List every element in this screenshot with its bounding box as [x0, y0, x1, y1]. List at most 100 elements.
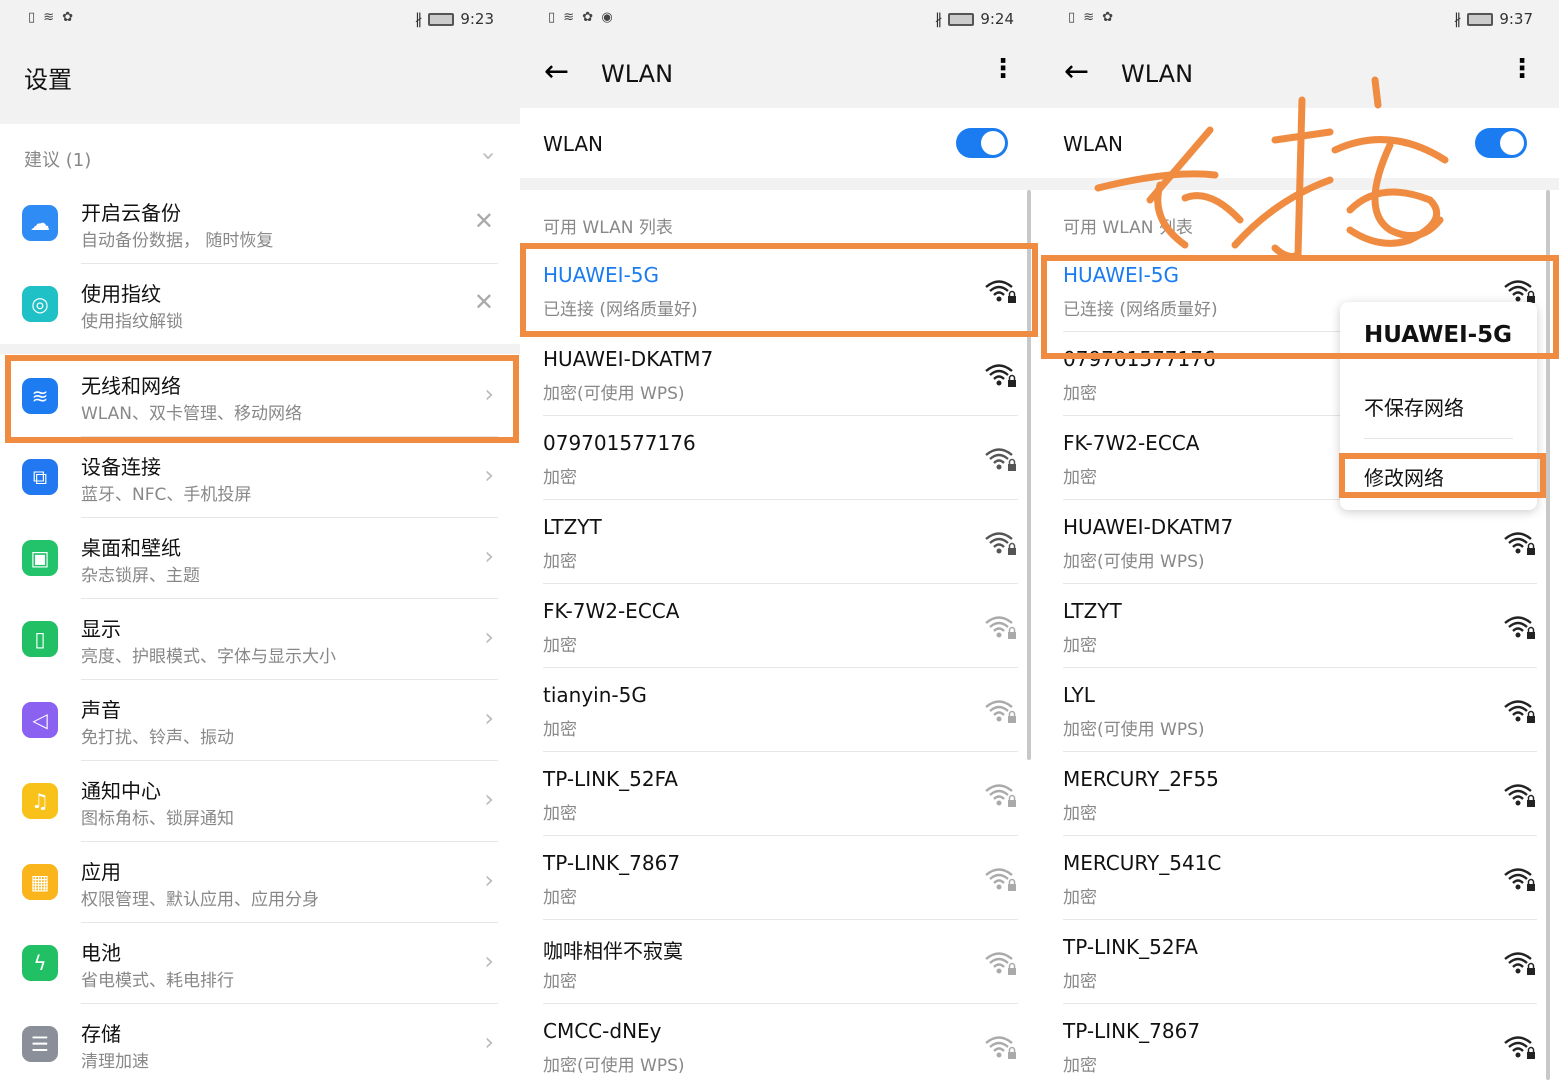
chevron-right-icon: ›: [484, 704, 494, 732]
item-title: 使用指纹: [81, 278, 161, 307]
wifi-lock-icon: [1503, 614, 1537, 640]
wlan-toggle[interactable]: [1475, 128, 1527, 158]
chevron-right-icon: ›: [484, 461, 494, 489]
network-item[interactable]: LYL 加密(可使用 WPS): [1040, 668, 1559, 752]
network-name: 咖啡相伴不寂寞: [543, 935, 683, 964]
wlan-toggle-label: WLAN: [543, 132, 603, 156]
network-item[interactable]: tianyin-5G 加密: [520, 668, 1040, 752]
suggestion-item[interactable]: ◎ 使用指纹 使用指纹解锁 ✕: [0, 264, 520, 345]
clock: 9:37: [1499, 10, 1533, 28]
item-subtitle: 省电模式、耗电排行: [81, 966, 234, 991]
bluetooth-icon: ∦: [1454, 10, 1462, 28]
network-item[interactable]: HUAWEI-DKATM7 加密(可使用 WPS): [1040, 500, 1559, 584]
settings-item[interactable]: ☰ 存储 清理加速 ›: [0, 1004, 520, 1081]
wifi-lock-icon: [1503, 278, 1537, 304]
network-item[interactable]: HUAWEI-DKATM7 加密(可使用 WPS): [520, 332, 1040, 416]
item-subtitle: 使用指纹解锁: [81, 307, 183, 332]
network-name: TP-LINK_7867: [543, 851, 680, 875]
network-status: 加密: [543, 799, 577, 824]
network-status: 加密: [543, 967, 577, 992]
network-item[interactable]: TP-LINK_52FA 加密: [1040, 920, 1559, 1004]
item-subtitle: 图标角标、锁屏通知: [81, 804, 234, 829]
more-menu-icon[interactable]: ⋮: [1509, 54, 1535, 84]
item-title: 设备连接: [81, 451, 161, 480]
more-menu-icon[interactable]: ⋮: [990, 54, 1016, 84]
settings-item[interactable]: ▯ 显示 亮度、护眼模式、字体与显示大小 ›: [0, 599, 520, 680]
network-name: LTZYT: [1063, 599, 1122, 623]
settings-item[interactable]: ▦ 应用 权限管理、默认应用、应用分身 ›: [0, 842, 520, 923]
settings-item[interactable]: ◁ 声音 免打扰、铃声、振动 ›: [0, 680, 520, 761]
wallpaper-icon: ▣: [22, 540, 58, 576]
back-arrow-icon[interactable]: ←: [544, 54, 569, 89]
network-name: HUAWEI-5G: [543, 263, 659, 287]
status-bar: ▯ ≋ ✿ ∦9:23: [0, 0, 520, 40]
wifi-lock-icon: [1503, 1034, 1537, 1060]
scrollbar[interactable]: [1546, 190, 1550, 1080]
wifi-lock-icon: [984, 278, 1018, 304]
wifi-lock-icon: [984, 362, 1018, 388]
settings-item[interactable]: ♫ 通知中心 图标角标、锁屏通知 ›: [0, 761, 520, 842]
chevron-down-icon[interactable]: ›: [475, 151, 503, 161]
network-name: CMCC-dNEy: [543, 1019, 662, 1043]
item-subtitle: 权限管理、默认应用、应用分身: [81, 885, 319, 910]
network-name: FK-7W2-ECCA: [1063, 431, 1199, 455]
menu-item-modify-network[interactable]: 修改网络: [1364, 462, 1444, 491]
back-arrow-icon[interactable]: ←: [1064, 54, 1089, 89]
fingerprint-icon: ◎: [22, 286, 58, 322]
wifi-lock-icon: [984, 446, 1018, 472]
network-name: LYL: [1063, 683, 1095, 707]
network-item[interactable]: TP-LINK_7867 加密: [1040, 1004, 1559, 1081]
status-icons-left: ▯ ≋ ✿: [1068, 10, 1115, 25]
wlan-toggle[interactable]: [956, 128, 1008, 158]
status-icons-left: ▯ ≋ ✿ ◉: [548, 10, 615, 25]
network-status: 加密: [543, 463, 577, 488]
item-title: 显示: [81, 613, 121, 642]
item-title: 无线和网络: [81, 370, 181, 399]
network-name: TP-LINK_52FA: [543, 767, 678, 791]
network-item[interactable]: MERCURY_541C 加密: [1040, 836, 1559, 920]
context-menu-title: HUAWEI-5G: [1364, 322, 1512, 348]
network-item[interactable]: FK-7W2-ECCA 加密: [520, 584, 1040, 668]
network-status: 已连接 (网络质量好): [543, 295, 698, 320]
network-item[interactable]: 079701577176 加密: [520, 416, 1040, 500]
item-title: 电池: [81, 937, 121, 966]
chevron-right-icon: ›: [484, 380, 494, 408]
clock: 9:23: [460, 10, 494, 28]
clock: 9:24: [980, 10, 1014, 28]
suggestions-header: 建议 (1): [24, 146, 91, 172]
network-item[interactable]: MERCURY_2F55 加密: [1040, 752, 1559, 836]
menu-item-forget-network[interactable]: 不保存网络: [1364, 392, 1464, 421]
dismiss-icon[interactable]: ✕: [474, 207, 494, 235]
network-item[interactable]: 咖啡相伴不寂寞 加密: [520, 920, 1040, 1004]
network-item[interactable]: LTZYT 加密: [520, 500, 1040, 584]
battery-icon: ϟ: [22, 945, 58, 981]
settings-item[interactable]: ⧉ 设备连接 蓝牙、NFC、手机投屏 ›: [0, 437, 520, 518]
wifi-lock-icon: [1503, 782, 1537, 808]
settings-item[interactable]: ϟ 电池 省电模式、耗电排行 ›: [0, 923, 520, 1004]
network-item[interactable]: HUAWEI-5G 已连接 (网络质量好): [520, 248, 1040, 332]
scrollbar[interactable]: [1027, 190, 1031, 760]
settings-item[interactable]: ▣ 桌面和壁纸 杂志锁屏、主题 ›: [0, 518, 520, 599]
dismiss-icon[interactable]: ✕: [474, 288, 494, 316]
wifi-lock-icon: [1503, 950, 1537, 976]
item-subtitle: 蓝牙、NFC、手机投屏: [81, 480, 251, 505]
storage-icon: ☰: [22, 1026, 58, 1062]
network-item[interactable]: TP-LINK_7867 加密: [520, 836, 1040, 920]
bell-icon: ♫: [22, 783, 58, 819]
item-subtitle: 亮度、护眼模式、字体与显示大小: [81, 642, 336, 667]
wifi-lock-icon: [1503, 530, 1537, 556]
settings-item[interactable]: ≋ 无线和网络 WLAN、双卡管理、移动网络 ›: [0, 356, 520, 437]
network-item[interactable]: CMCC-dNEy 加密(可使用 WPS): [520, 1004, 1040, 1081]
wifi-lock-icon: [984, 530, 1018, 556]
apps-icon: ▦: [22, 864, 58, 900]
item-title: 声音: [81, 694, 121, 723]
chevron-right-icon: ›: [484, 542, 494, 570]
network-item[interactable]: TP-LINK_52FA 加密: [520, 752, 1040, 836]
wifi-lock-icon: [1503, 866, 1537, 892]
item-title: 通知中心: [81, 775, 161, 804]
network-name: tianyin-5G: [543, 683, 647, 707]
suggestion-item[interactable]: ☁ 开启云备份 自动备份数据， 随时恢复 ✕: [0, 183, 520, 264]
wifi-lock-icon: [984, 614, 1018, 640]
network-item[interactable]: LTZYT 加密: [1040, 584, 1559, 668]
network-name: TP-LINK_52FA: [1063, 935, 1198, 959]
